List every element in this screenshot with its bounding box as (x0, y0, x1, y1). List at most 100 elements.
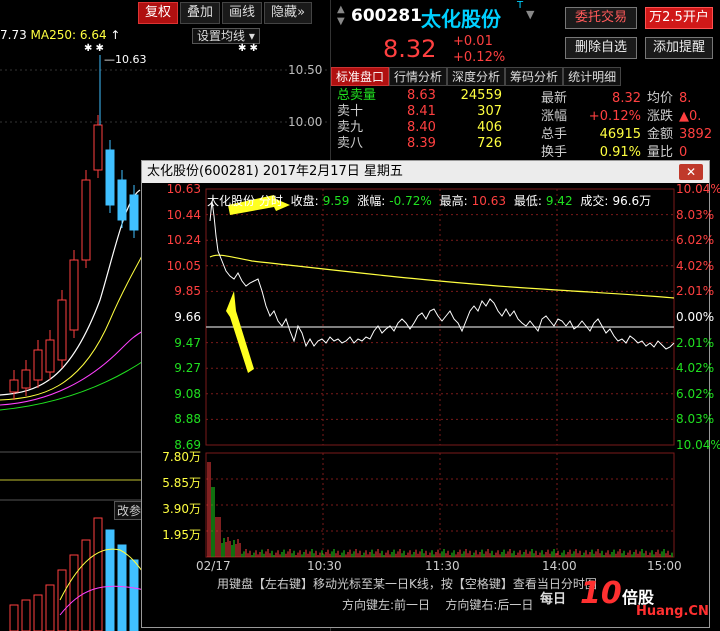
left-axis-tick: 10.05 (166, 258, 201, 273)
open-account-button[interactable]: 万2.5开户 (645, 7, 713, 29)
right-axis-tick: 2.01% (676, 335, 715, 350)
hide-button[interactable]: 隐藏» (264, 2, 313, 24)
kline-candle (105, 149, 115, 206)
time-axis-tick: 02/17 (196, 559, 231, 573)
stock-name: 太化股份 (421, 7, 501, 31)
book-price: 8.40 (407, 120, 436, 135)
book-label: 总卖量 (337, 88, 377, 103)
amount-value: 96.6万 (612, 194, 652, 208)
tab-deep-analysis[interactable]: 深度分析 (447, 67, 506, 86)
stat-value: 8. (679, 91, 692, 106)
stock-dropdown-icon[interactable]: ▼ (526, 8, 534, 21)
kline-volume-bar (93, 517, 103, 631)
stat-key: 总手 (541, 127, 568, 142)
close-key: 收盘: (290, 194, 319, 208)
time-axis-tick: 15:00 (647, 559, 682, 573)
order-book-row: 卖九 8.40 406 (337, 120, 502, 136)
stats-row: 最新 8.32 均价 8. (541, 90, 709, 108)
ma-legend: 7.73 MA250: 6.64 ↑ (0, 28, 120, 42)
chg-key: 涨幅: (357, 194, 386, 208)
right-axis-tick: 10.04% (676, 438, 720, 452)
intraday-name: 太化股份 分时 (207, 194, 283, 208)
intraday-popup-window: 太化股份(600281) 2017年2月17日 星期五 ✕ 太化股份 分时 收盘… (141, 160, 720, 628)
watermark-site: Huang.CN (636, 604, 709, 619)
next-stock-icon[interactable]: ▼ (337, 16, 345, 27)
overlay-button[interactable]: 叠加 (180, 2, 221, 24)
kline-toolbar: 复权 叠加 画线 隐藏» (138, 2, 313, 24)
nav-hint-prev: 方向键左:前一日 (342, 598, 431, 612)
left-axis-tick: 10.24 (166, 233, 201, 248)
high-key: 最高: (439, 194, 468, 208)
stat-value: 3892 (679, 127, 713, 142)
tab-market-analysis[interactable]: 行情分析 (389, 67, 448, 86)
kline-volume-bar (57, 569, 67, 631)
kline-candle (117, 179, 127, 221)
price-change-pct: +0.12% (453, 50, 506, 65)
stat-value: 8.32 (612, 91, 641, 106)
book-label: 卖九 (337, 120, 364, 135)
kline-candle (93, 124, 103, 171)
right-axis-tick: 2.01% (676, 284, 715, 299)
last-price: 8.32 (383, 35, 437, 63)
add-alert-button[interactable]: 添加提醒 (645, 37, 713, 59)
stat-value: +0.12% (588, 109, 641, 124)
right-axis-tick: 6.02% (676, 233, 715, 248)
low-key: 最低: (513, 194, 542, 208)
order-book-row: 卖八 8.39 726 (337, 136, 502, 152)
tab-stat-details[interactable]: 统计明细 (563, 67, 622, 86)
kline-price-tick-2: 10.00 (288, 115, 323, 129)
stat-key: 涨跌 (647, 109, 674, 124)
kline-volume-bar (117, 544, 127, 631)
set-ma-label: 设置均线 (197, 29, 246, 43)
right-axis-tick: 10.04% (676, 182, 720, 196)
prev-stock-icon[interactable]: ▲ (337, 4, 345, 15)
watermark-brand: 10 (580, 576, 622, 611)
kline-volume-bar (33, 594, 43, 631)
kline-volume-bar (45, 584, 55, 631)
annotation-arrow-bottom (226, 291, 254, 373)
left-axis-tick: 9.85 (174, 284, 201, 299)
time-axis-tick: 10:30 (307, 559, 342, 573)
intraday-info-row: 太化股份 分时 收盘: 9.59 涨幅: -0.72% 最高: 10.63 最低: 9.… (207, 192, 655, 209)
kline-volume-bar (69, 554, 79, 631)
book-volume: 406 (477, 120, 502, 135)
order-book-row: 卖十 8.41 307 (337, 104, 502, 120)
chg-value: -0.72% (389, 194, 432, 208)
ma-value-left: 7.73 (0, 28, 27, 42)
set-ma-button[interactable]: 设置均线 ▾ (192, 28, 260, 44)
peak-price-label: —10.63 (104, 53, 147, 66)
left-axis-tick: 9.27 (174, 361, 201, 376)
book-price: 8.39 (407, 136, 436, 151)
right-axis-tick: 8.03% (676, 412, 715, 427)
book-price: 8.41 (407, 104, 436, 119)
right-axis-tick: 4.02% (676, 361, 715, 376)
star-markers-icon: ✱ ✱ (84, 43, 104, 54)
stat-key: 最新 (541, 91, 568, 106)
quote-stats: 最新 8.32 均价 8. 涨幅 +0.12% 涨跌 ▲0. 总手 46915 … (541, 90, 713, 162)
tab-standard-book[interactable]: 标准盘口 (331, 67, 390, 86)
kline-candle (9, 379, 19, 393)
price-change: +0.01 (453, 34, 493, 49)
stat-key: 涨幅 (541, 109, 568, 124)
entrust-trade-button[interactable]: 委托交易 (565, 7, 637, 29)
stat-key: 均价 (647, 91, 674, 106)
book-label: 卖八 (337, 136, 364, 151)
draw-line-button[interactable]: 画线 (222, 2, 263, 24)
time-axis-tick: 11:30 (425, 559, 460, 573)
kline-candle (57, 299, 67, 361)
restore-rights-button[interactable]: 复权 (138, 2, 179, 24)
kline-candle (81, 179, 91, 261)
stat-value: ▲0. (679, 109, 702, 124)
nav-hint-next: 方向键右:后一日 (445, 598, 534, 612)
amount-key: 成交: (580, 194, 609, 208)
change-params-button[interactable]: 改参 (114, 501, 145, 520)
book-label: 卖十 (337, 104, 364, 119)
tab-chip-analysis[interactable]: 筹码分析 (505, 67, 564, 86)
quote-tabs: 标准盘口 行情分析 深度分析 筹码分析 统计明细 (331, 67, 622, 86)
left-axis-tick: 10.63 (166, 182, 201, 196)
book-price: 8.63 (407, 88, 436, 103)
kline-volume-bar (105, 529, 115, 631)
remove-favorite-button[interactable]: 删除自选 (565, 37, 637, 59)
book-volume: 726 (477, 136, 502, 151)
kline-volume-bar (81, 539, 91, 631)
